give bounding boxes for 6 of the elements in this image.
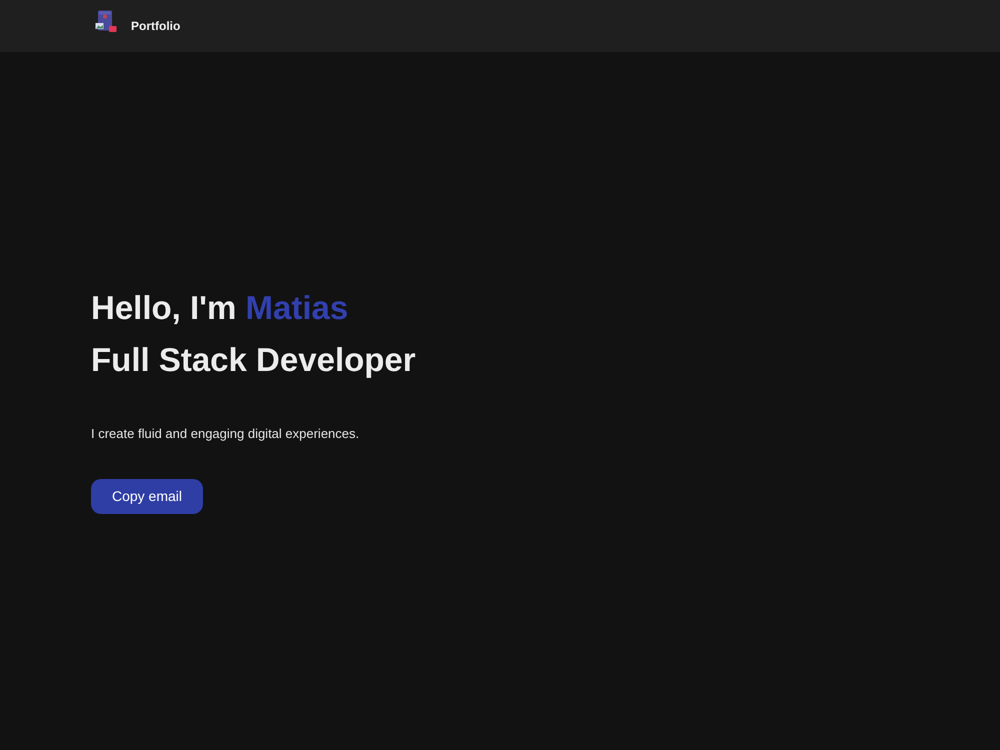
brand-name[interactable]: Portfolio [131, 17, 180, 35]
hero-role: Full Stack Developer [91, 340, 416, 380]
book-logo-icon[interactable] [95, 10, 117, 32]
hero-greeting: Hello, I'm Matias [91, 288, 350, 328]
copy-email-button[interactable]: Copy email [91, 479, 203, 514]
hero-tagline: I create fluid and engaging digital experiences. [91, 424, 360, 443]
